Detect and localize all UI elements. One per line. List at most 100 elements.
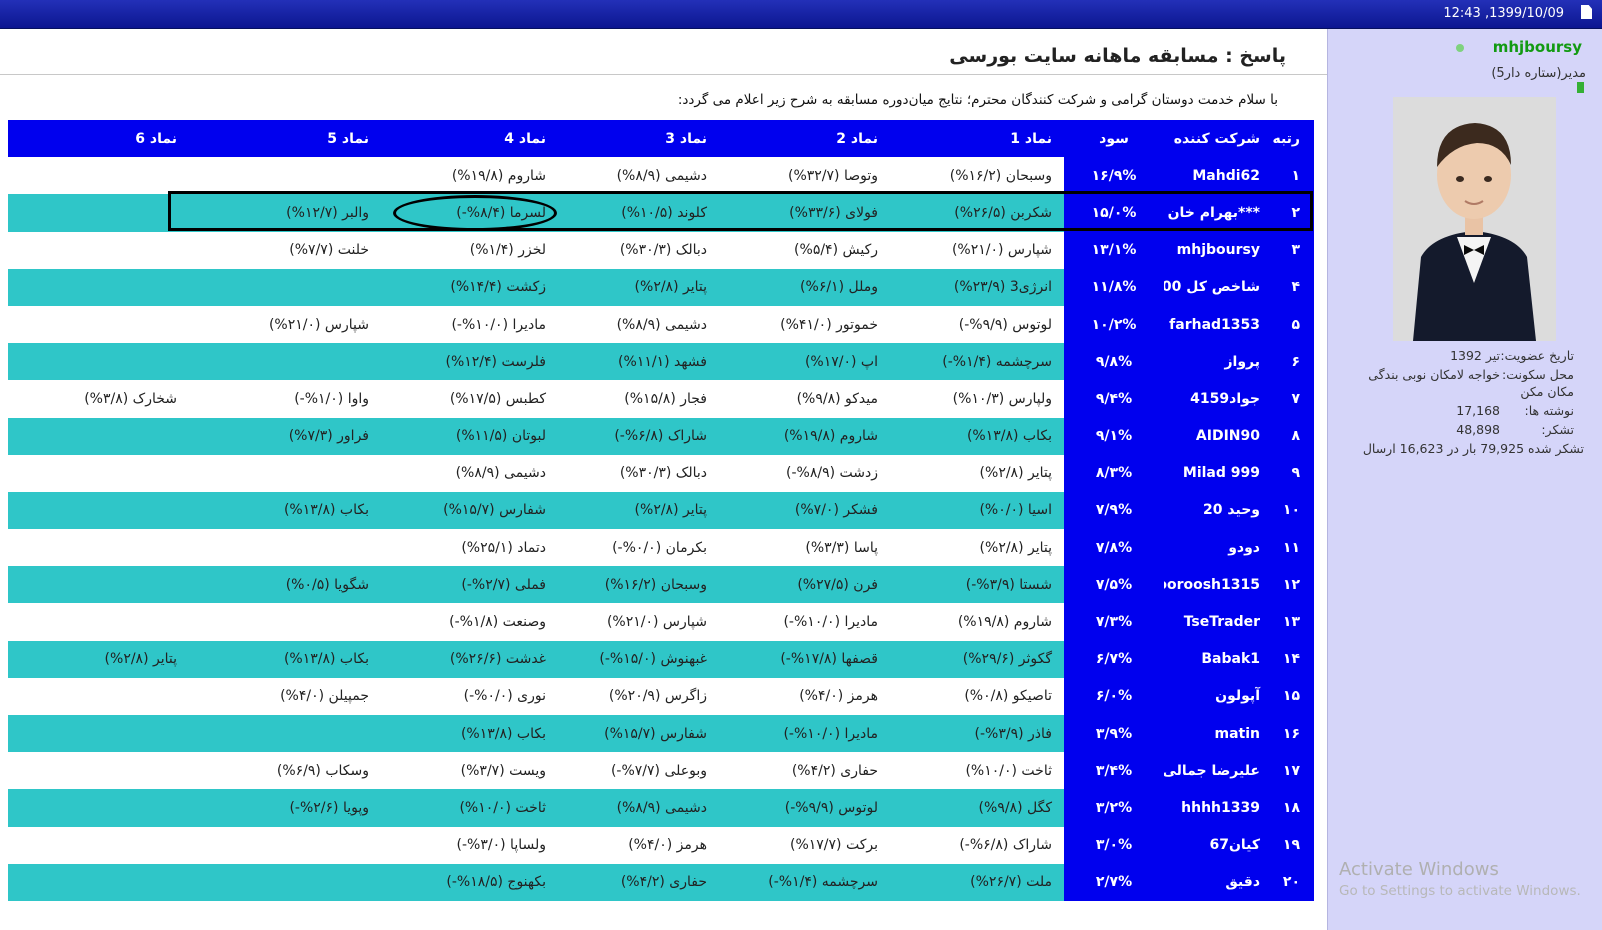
- cell-rank: ۱۶: [1270, 715, 1314, 753]
- cell-symbol-3: دبالک (۳۰/۳%): [619, 242, 707, 259]
- cell-symbol-1: لوتوس (۹/۹%-): [958, 316, 1052, 333]
- cell-symbol-1: ولپارس (۱۰/۳%): [952, 390, 1052, 407]
- cell-symbol-2: فرن (۲۷/۵%): [797, 576, 878, 593]
- avatar[interactable]: [1393, 97, 1556, 341]
- cell-rank: ۱۸: [1270, 789, 1314, 827]
- cell-symbol-2: مادیرا (۱۰/۰%-): [783, 614, 878, 631]
- cell-symbol-5: بکاب (۱۳/۸%): [283, 651, 369, 668]
- location-extra: مکان مکن: [1520, 384, 1574, 399]
- cell-participant[interactable]: شاخص کل 3000: [1142, 268, 1270, 306]
- cell-rank: ۶: [1270, 343, 1314, 381]
- username-link[interactable]: mhjboursy: [1493, 38, 1582, 56]
- cell-symbol-1: اسیا (۰/۰%): [979, 502, 1052, 519]
- header-symbol-1: نماد 1: [1010, 130, 1052, 147]
- thanked-info: تشکر شده 79,925 بار در 16,623 ارسال: [1362, 441, 1584, 456]
- thanks-label: تشکر:: [1541, 422, 1574, 437]
- cell-symbol-5: واوا (۱/۰%-): [294, 390, 369, 407]
- cell-symbol-1: پتایر (۲/۸%): [979, 465, 1052, 482]
- cell-participant[interactable]: دقیق: [1164, 863, 1270, 901]
- cell-symbol-2: هرمز (۴/۰%): [799, 688, 878, 705]
- cell-symbol-3: بکرمان (۰/۰%-): [612, 539, 707, 556]
- header-symbol-5: نماد 5: [327, 130, 369, 147]
- cell-participant[interactable]: پرواز: [1164, 343, 1270, 381]
- cell-participant[interactable]: ***بهرام خان: [1164, 194, 1270, 232]
- cell-profit: ۹/۸%: [1064, 343, 1164, 381]
- cell-participant[interactable]: جواد4159: [1164, 380, 1270, 418]
- location-value: خواجه لامکان نوبی بندگی: [1368, 367, 1501, 382]
- cell-symbol-1: پتایر (۲/۸%): [979, 539, 1052, 556]
- cell-participant[interactable]: TseTrader: [1164, 603, 1270, 641]
- cell-symbol-6: [8, 343, 191, 380]
- cell-symbol-1: وسبحان (۱۶/۲%): [949, 167, 1052, 184]
- cell-participant[interactable]: کیان67: [1164, 826, 1270, 864]
- cell-participant[interactable]: آپولون: [1164, 677, 1270, 715]
- cell-participant[interactable]: Babak1: [1164, 640, 1270, 678]
- cell-symbol-5: [191, 343, 379, 380]
- location-label: محل سکونت:: [1501, 367, 1574, 382]
- cell-symbol-4: دتماد (۲۵/۱%): [461, 539, 546, 556]
- cell-participant[interactable]: Milad 999: [1164, 454, 1270, 492]
- join-date-value: تیر 1392: [1450, 348, 1501, 363]
- cell-participant[interactable]: sooroosh1315: [1149, 566, 1270, 604]
- cell-symbol-6: [8, 789, 191, 826]
- results-table: رتبه شرکت کننده سود نماد 1 نماد 2 نماد 3 نماد …: [8, 120, 1314, 901]
- cell-profit: ۳/۲%: [1064, 789, 1164, 827]
- cell-symbol-6: [8, 269, 191, 306]
- cell-symbol-2: رکیش (۵/۴%): [794, 242, 878, 259]
- cell-rank: ۷: [1270, 380, 1314, 418]
- cell-symbol-6: [8, 529, 191, 566]
- file-icon[interactable]: [1581, 5, 1592, 19]
- cell-symbol-5: وسکاب (۶/۹%): [276, 762, 369, 779]
- cell-profit: ۸/۳%: [1064, 454, 1164, 492]
- posts-value: 17,168: [1456, 403, 1501, 418]
- cell-symbol-2: قصفها (۱۷/۸%-): [780, 651, 878, 668]
- cell-participant[interactable]: mhjboursy: [1164, 231, 1270, 269]
- cell-symbol-4: نوری (۰/۰%-): [463, 688, 546, 705]
- header-participant: شرکت کننده: [1173, 130, 1260, 147]
- cell-symbol-4: شاروم (۱۹/۸%): [451, 167, 546, 184]
- cell-rank: ۱۲: [1270, 566, 1314, 604]
- cell-participant[interactable]: farhad1353: [1164, 305, 1270, 344]
- cell-symbol-4: وصنعت (۱/۸%-): [449, 614, 546, 631]
- cell-participant[interactable]: علیرضا جمالی: [1162, 752, 1270, 790]
- cell-participant[interactable]: دودو: [1164, 529, 1270, 567]
- join-date-label: تاریخ عضویت:: [1500, 348, 1574, 363]
- cell-symbol-5: [191, 157, 379, 194]
- cell-symbol-4: مادیرا (۱۰/۰%-): [451, 316, 546, 333]
- cell-symbol-1: گکوثر (۲۹/۶%): [962, 651, 1052, 668]
- cell-symbol-2: لوتوس (۹/۹%-): [784, 799, 878, 816]
- cell-participant[interactable]: matin: [1164, 715, 1270, 753]
- title-divider: [0, 74, 1327, 75]
- cell-symbol-3: پتایر (۲/۸%): [634, 279, 707, 296]
- cell-symbol-4: غدشت (۲۶/۶%): [449, 651, 546, 668]
- posts-info: نوشته ها: 17,168: [1456, 403, 1574, 418]
- cell-rank: ۱۵: [1270, 677, 1314, 715]
- cell-profit: ۳/۴%: [1064, 752, 1164, 790]
- table-row: ۱۹ کیان67 ۳/۰% شاراک (۶/۸%-) برکت (۱۷/۷%) هرم…: [8, 826, 1314, 864]
- rank-star-icon: [1577, 82, 1584, 93]
- cell-symbol-3: فجار (۱۵/۸%): [624, 390, 707, 407]
- cell-participant[interactable]: Mahdi62: [1164, 157, 1270, 195]
- cell-symbol-2: میدکو (۹/۸%): [796, 390, 878, 407]
- table-row: ۱۸ hhhh1339 ۳/۲% کگل (۹/۸%) لوتوس (۹/۹%-) دشی…: [8, 789, 1314, 827]
- windows-watermark-title: Activate Windows: [1339, 859, 1499, 880]
- cell-symbol-2: برکت (۱۷/۷%): [790, 837, 878, 854]
- cell-profit: ۳/۹%: [1064, 715, 1164, 753]
- cell-symbol-6: [8, 492, 191, 529]
- cell-participant[interactable]: AIDIN90: [1164, 417, 1270, 455]
- table-row: ۷ جواد4159 ۹/۴% ولپارس (۱۰/۳%) میدکو (۹/۸%) ف…: [8, 380, 1314, 418]
- cell-symbol-3: شپارس (۲۱/۰%): [606, 614, 707, 631]
- cell-symbol-4: لسرما (۸/۴%-): [456, 204, 546, 221]
- cell-symbol-3: دشیمی (۸/۹%): [616, 316, 707, 333]
- cell-participant[interactable]: hhhh1339: [1164, 789, 1270, 827]
- cell-symbol-5: فراور (۷/۳%): [288, 428, 369, 445]
- cell-participant[interactable]: وحید 20: [1164, 491, 1270, 530]
- header-profit: سود: [1099, 130, 1129, 147]
- cell-rank: ۹: [1270, 454, 1314, 492]
- cell-symbol-6: [8, 157, 191, 194]
- posts-label: نوشته ها:: [1524, 403, 1574, 418]
- cell-rank: ۴: [1270, 268, 1314, 306]
- cell-symbol-2: اپ (۱۷/۰%): [804, 353, 878, 370]
- cell-symbol-2: حفاری (۴/۲%): [791, 762, 878, 779]
- cell-symbol-6: [8, 827, 191, 864]
